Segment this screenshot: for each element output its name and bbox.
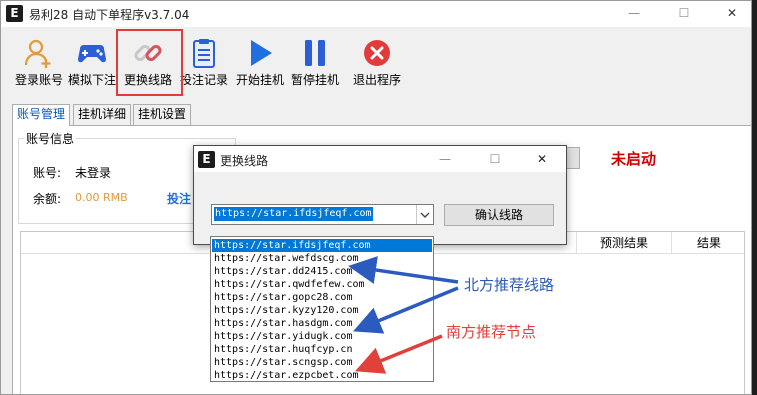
north-annotation: 北方推荐线路 [464, 276, 555, 294]
south-arrow [355, 334, 443, 374]
north-arrow-1 [348, 256, 459, 284]
annotation-arrows [348, 256, 459, 374]
south-annotation: 南方推荐节点 [446, 323, 537, 341]
north-arrow-2 [353, 286, 459, 334]
